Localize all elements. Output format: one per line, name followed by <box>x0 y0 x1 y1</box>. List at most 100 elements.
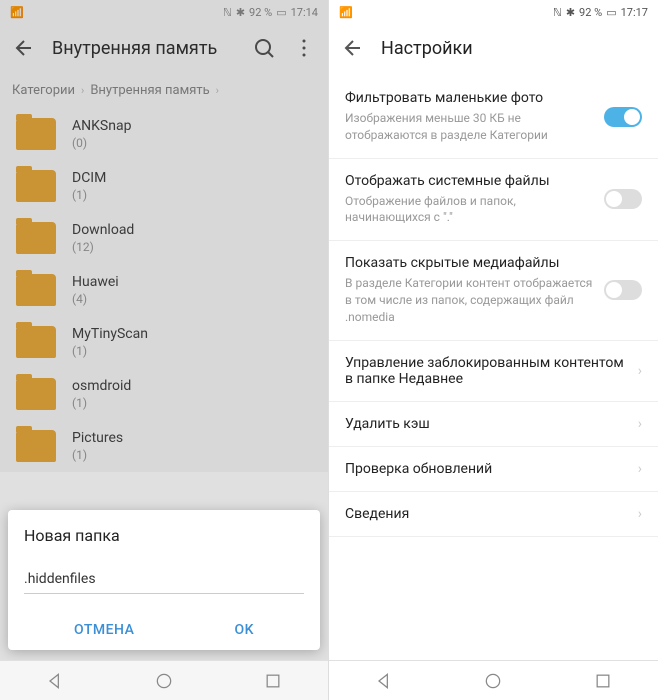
folder-info: Download (12) <box>72 222 312 254</box>
back-button[interactable] <box>341 36 365 60</box>
nav-bar <box>0 660 328 700</box>
folder-count: (1) <box>72 396 312 410</box>
setting-item[interactable]: Отображать системные файлы Отображение ф… <box>329 159 658 242</box>
folder-list: ANKSnap (0) DCIM (1) Download (12) Huawe… <box>0 108 328 472</box>
battery-icon: ▭ <box>606 6 616 19</box>
battery-text: 92 % <box>579 6 602 19</box>
folder-item[interactable]: Pictures (1) <box>0 420 328 472</box>
folder-name: MyTinyScan <box>72 326 312 342</box>
phone-right: 📶 ℕ ✱ 92 % ▭ 17:17 Настройки Фильтровать… <box>329 0 658 700</box>
nav-home[interactable] <box>154 671 174 691</box>
setting-title: Проверка обновлений <box>345 461 628 477</box>
folder-icon <box>16 222 56 254</box>
settings-list: Фильтровать маленькие фото Изображения м… <box>329 72 658 537</box>
header: Настройки <box>329 24 658 72</box>
page-title: Внутренняя память <box>52 38 236 59</box>
search-button[interactable] <box>252 36 276 60</box>
battery-text: 92 % <box>249 6 272 19</box>
folder-icon <box>16 118 56 150</box>
breadcrumb-current[interactable]: Внутренняя память <box>90 83 209 98</box>
setting-text: Проверка обновлений <box>345 461 628 477</box>
setting-subtitle: В разделе Категории контент отображается… <box>345 275 594 325</box>
setting-item[interactable]: Управление заблокированным контентом в п… <box>329 341 658 402</box>
folder-count: (0) <box>72 136 312 150</box>
folder-info: MyTinyScan (1) <box>72 326 312 358</box>
folder-name: Huawei <box>72 274 312 290</box>
setting-title: Удалить кэш <box>345 416 628 432</box>
setting-text: Отображать системные файлы Отображение ф… <box>345 173 594 227</box>
nav-back[interactable] <box>45 671 65 691</box>
more-button[interactable] <box>292 36 316 60</box>
ok-button[interactable]: OK <box>234 622 254 638</box>
setting-title: Управление заблокированным контентом в п… <box>345 355 628 387</box>
chevron-right-icon: › <box>638 461 642 477</box>
folder-item[interactable]: DCIM (1) <box>0 160 328 212</box>
setting-title: Фильтровать маленькие фото <box>345 90 594 106</box>
breadcrumb-root[interactable]: Категории <box>12 83 75 98</box>
setting-item[interactable]: Сведения › <box>329 492 658 537</box>
nfc-icon: ℕ <box>223 6 232 19</box>
folder-item[interactable]: Download (12) <box>0 212 328 264</box>
setting-item[interactable]: Показать скрытые медиафайлы В разделе Ка… <box>329 241 658 340</box>
cancel-button[interactable]: ОТМЕНА <box>74 622 134 638</box>
setting-item[interactable]: Удалить кэш › <box>329 402 658 447</box>
folder-info: Huawei (4) <box>72 274 312 306</box>
phone-left: 📶 ℕ ✱ 92 % ▭ 17:14 Внутренняя память Кат… <box>0 0 329 700</box>
folder-item[interactable]: ANKSnap (0) <box>0 108 328 160</box>
folder-icon <box>16 170 56 202</box>
setting-text: Управление заблокированным контентом в п… <box>345 355 628 387</box>
nfc-icon: ℕ <box>553 6 562 19</box>
folder-icon <box>16 326 56 358</box>
folder-name: ANKSnap <box>72 118 312 134</box>
folder-info: osmdroid (1) <box>72 378 312 410</box>
new-folder-dialog: Новая папка ОТМЕНА OK <box>8 510 320 650</box>
nav-recent[interactable] <box>263 671 283 691</box>
bluetooth-icon: ✱ <box>566 6 575 19</box>
setting-text: Удалить кэш <box>345 416 628 432</box>
status-bar: 📶 ℕ ✱ 92 % ▭ 17:17 <box>329 0 658 24</box>
header: Внутренняя память <box>0 24 328 72</box>
back-button[interactable] <box>12 36 36 60</box>
chevron-right-icon: › <box>216 84 219 97</box>
toggle-switch[interactable] <box>604 107 642 127</box>
setting-item[interactable]: Фильтровать маленькие фото Изображения м… <box>329 76 658 159</box>
signal-icon: 📶 <box>339 6 353 19</box>
folder-name: osmdroid <box>72 378 312 394</box>
folder-icon <box>16 378 56 410</box>
folder-icon <box>16 274 56 306</box>
battery-icon: ▭ <box>276 6 286 19</box>
folder-info: ANKSnap (0) <box>72 118 312 150</box>
setting-text: Показать скрытые медиафайлы В разделе Ка… <box>345 255 594 325</box>
dialog-title: Новая папка <box>24 526 304 545</box>
folder-item[interactable]: osmdroid (1) <box>0 368 328 420</box>
toggle-switch[interactable] <box>604 189 642 209</box>
nav-back[interactable] <box>374 671 394 691</box>
folder-name-input[interactable] <box>24 565 304 594</box>
page-title: Настройки <box>381 38 646 59</box>
chevron-right-icon: › <box>638 416 642 432</box>
folder-item[interactable]: Huawei (4) <box>0 264 328 316</box>
setting-item[interactable]: Проверка обновлений › <box>329 447 658 492</box>
setting-title: Сведения <box>345 506 628 522</box>
chevron-right-icon: › <box>638 506 642 522</box>
status-bar: 📶 ℕ ✱ 92 % ▭ 17:14 <box>0 0 328 24</box>
setting-subtitle: Изображения меньше 30 КБ не отображаются… <box>345 110 594 144</box>
folder-info: DCIM (1) <box>72 170 312 202</box>
nav-recent[interactable] <box>593 671 613 691</box>
toggle-switch[interactable] <box>604 280 642 300</box>
nav-bar <box>329 660 658 700</box>
setting-text: Фильтровать маленькие фото Изображения м… <box>345 90 594 144</box>
folder-icon <box>16 430 56 462</box>
folder-count: (12) <box>72 240 312 254</box>
breadcrumb[interactable]: Категории › Внутренняя память › <box>0 72 328 108</box>
bluetooth-icon: ✱ <box>236 6 245 19</box>
time-text: 17:17 <box>621 6 648 19</box>
folder-name: DCIM <box>72 170 312 186</box>
folder-count: (1) <box>72 448 312 462</box>
folder-name: Pictures <box>72 430 312 446</box>
setting-title: Показать скрытые медиафайлы <box>345 255 594 271</box>
setting-title: Отображать системные файлы <box>345 173 594 189</box>
folder-item[interactable]: MyTinyScan (1) <box>0 316 328 368</box>
folder-count: (1) <box>72 344 312 358</box>
nav-home[interactable] <box>483 671 503 691</box>
